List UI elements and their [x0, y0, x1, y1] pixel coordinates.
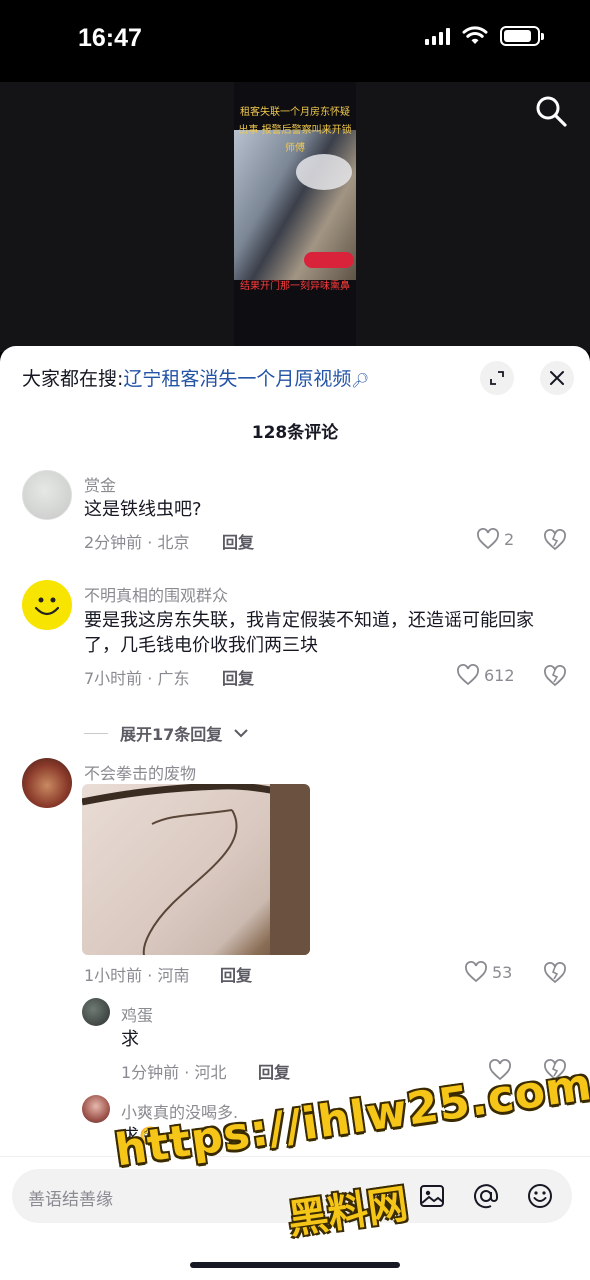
- comment-count-title: 128条评论: [251, 423, 339, 443]
- dislike-icon[interactable]: [543, 665, 567, 687]
- reply-button[interactable]: 回复: [258, 1059, 290, 1083]
- reply-button[interactable]: 回复: [222, 529, 254, 553]
- battery-icon: [500, 26, 544, 46]
- video-caption-bottom: 结果开门那一刻异味熏鼻: [240, 281, 350, 292]
- input-placeholder: 善语结善缘: [28, 1190, 113, 1210]
- comment-username[interactable]: 赏金: [84, 472, 116, 496]
- dislike-icon[interactable]: [543, 529, 567, 551]
- status-time: 16:47: [78, 24, 142, 52]
- reply-username[interactable]: 鸡蛋: [121, 1002, 153, 1026]
- search-icon[interactable]: [534, 94, 568, 128]
- avatar[interactable]: [22, 580, 72, 630]
- reply-text: 求: [121, 1029, 139, 1050]
- search-small-icon: 🔎︎: [351, 373, 370, 389]
- avatar[interactable]: [82, 1095, 110, 1123]
- video-player[interactable]: 租客失联一个月房东怀疑出事 报警后警察叫来开锁师傅 结果开门那一刻异味熏鼻: [0, 82, 590, 352]
- reply-time-location: 1分钟前 · 河北: [121, 1063, 227, 1082]
- comment-time-location: 1小时前 · 河南: [84, 966, 190, 985]
- like-button[interactable]: 2: [476, 528, 514, 550]
- smiley-avatar-icon: [34, 597, 60, 616]
- reply-button[interactable]: 回复: [222, 665, 254, 689]
- status-icons: [425, 26, 544, 46]
- video-frame[interactable]: 租客失联一个月房东怀疑出事 报警后警察叫来开锁师傅 结果开门那一刻异味熏鼻: [234, 82, 356, 347]
- reply-button[interactable]: 回复: [220, 962, 252, 986]
- expand-replies-label: 展开17条回复: [120, 725, 223, 744]
- video-smoke: [296, 154, 352, 190]
- divider: [84, 732, 108, 734]
- heart-icon: [477, 528, 499, 550]
- avatar[interactable]: [22, 758, 72, 808]
- expand-icon: [490, 371, 504, 385]
- like-count: 612: [484, 665, 515, 685]
- like-count: 53: [492, 962, 513, 982]
- comment-image-content: [82, 784, 310, 955]
- mention-icon[interactable]: [472, 1182, 500, 1210]
- like-button[interactable]: 612: [456, 664, 515, 686]
- emoji-icon[interactable]: [526, 1182, 554, 1210]
- search-prefix: 大家都在搜:: [22, 368, 124, 390]
- like-button[interactable]: 53: [464, 961, 512, 983]
- comment-username[interactable]: 不明真相的围观群众: [84, 582, 228, 606]
- heart-icon: [457, 664, 479, 686]
- comment-time-location: 7小时前 · 广东: [84, 669, 190, 688]
- expand-replies-button[interactable]: 展开17条回复: [84, 721, 248, 745]
- comment-text: 这是铁线虫吧?: [84, 499, 202, 520]
- search-keyword-link[interactable]: 辽宁租客消失一个月原视频: [123, 368, 351, 390]
- comment-time-location: 2分钟前 · 北京: [84, 533, 190, 552]
- heart-icon: [465, 961, 487, 983]
- search-suggestion[interactable]: 大家都在搜:辽宁租客消失一个月原视频🔎︎: [22, 364, 369, 391]
- avatar[interactable]: [82, 998, 110, 1026]
- close-icon: [550, 371, 564, 385]
- cellular-signal-icon: [425, 27, 450, 45]
- expand-button[interactable]: [480, 361, 514, 395]
- image-icon[interactable]: [418, 1182, 446, 1210]
- comment-text: 要是我这房东失联，我肯定假装不知道，还造谣可能回家了，几毛钱电价收我们两三块: [84, 610, 534, 656]
- status-bar: 16:47: [0, 0, 590, 82]
- close-button[interactable]: [540, 361, 574, 395]
- video-caption-top: 租客失联一个月房东怀疑出事 报警后警察叫来开锁师傅: [238, 107, 352, 154]
- like-count: 2: [504, 529, 515, 549]
- wifi-icon: [462, 26, 488, 44]
- home-indicator: [190, 1262, 400, 1268]
- video-red-mark: [304, 252, 354, 268]
- comment-image[interactable]: [82, 784, 310, 955]
- chevron-down-icon: [234, 729, 248, 738]
- avatar[interactable]: [22, 470, 72, 520]
- dislike-icon[interactable]: [543, 962, 567, 984]
- comment-username[interactable]: 不会拳击的废物: [84, 760, 196, 784]
